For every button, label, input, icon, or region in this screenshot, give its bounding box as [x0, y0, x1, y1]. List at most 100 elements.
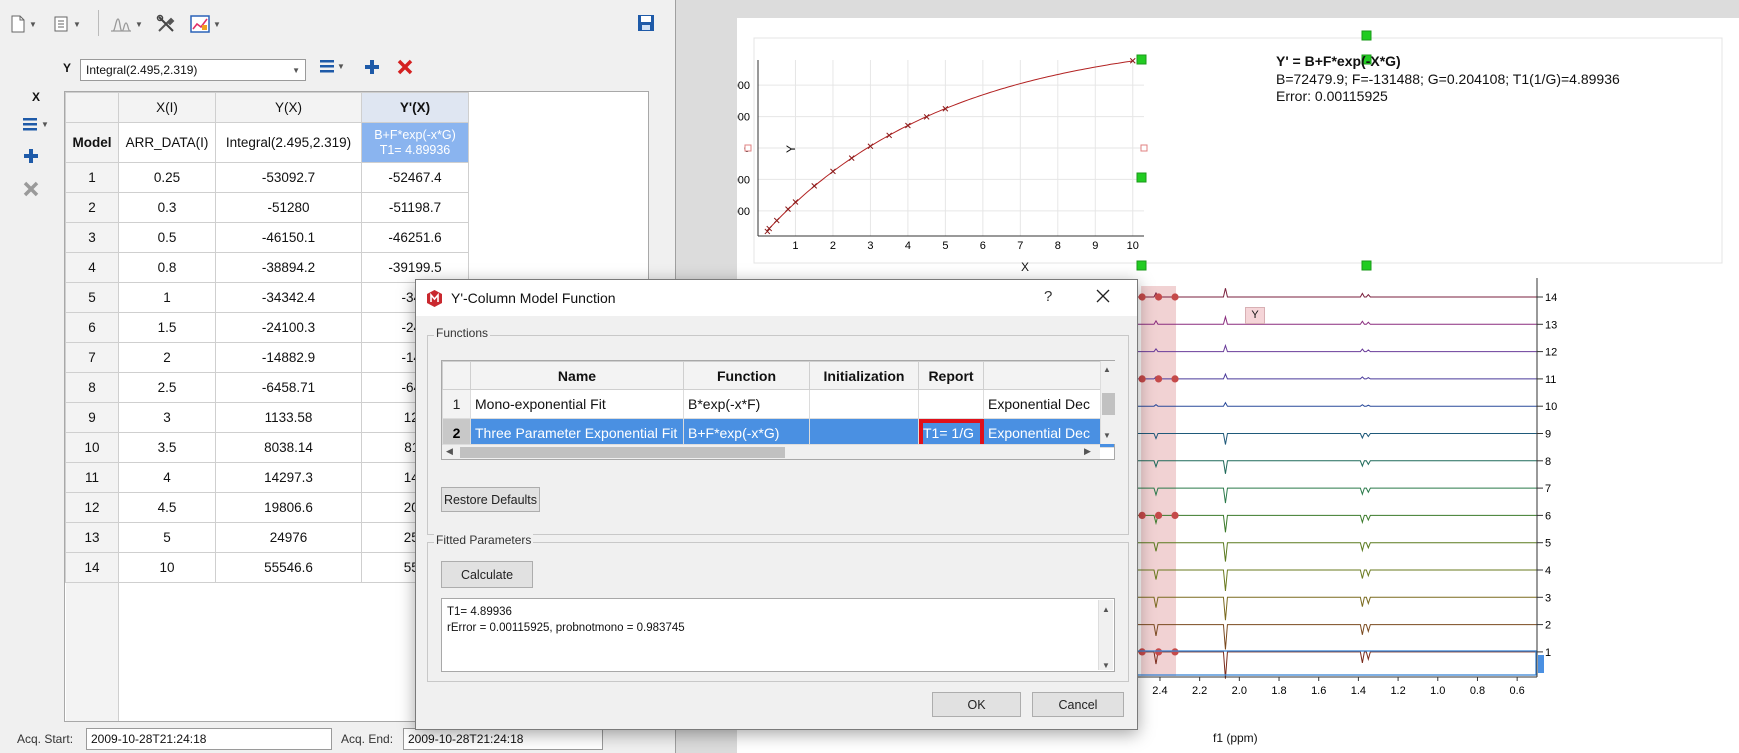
y-column-select[interactable]: Integral(2.495,2.319) ▼ [80, 59, 306, 81]
cell-yprime[interactable]: -46251.6 [361, 222, 469, 253]
close-button[interactable] [1095, 288, 1111, 307]
acq-start-field[interactable]: 2009-10-28T21:24:18 [86, 728, 332, 750]
ok-button[interactable]: OK [932, 692, 1021, 717]
fit-results-text[interactable]: T1= 4.89936 rError = 0.00115925, probnot… [441, 598, 1115, 672]
table-row[interactable]: 931133.58120 [65, 402, 469, 433]
cell-x[interactable]: 1 [118, 282, 216, 313]
scroll-down-icon[interactable]: ▼ [1102, 658, 1110, 674]
column-menu-button[interactable]: ▼ [319, 58, 345, 74]
fn-cell-name[interactable]: Mono-exponential Fit [470, 389, 684, 419]
column-header-x[interactable]: X(I) [118, 92, 216, 123]
cell-y[interactable]: -38894.2 [215, 252, 362, 283]
cell-y[interactable]: -6458.71 [215, 372, 362, 403]
cell-x[interactable]: 2 [118, 342, 216, 373]
model-cell-y[interactable]: Integral(2.495,2.319) [215, 122, 362, 163]
cancel-button[interactable]: Cancel [1032, 692, 1124, 717]
cell-x[interactable]: 5 [118, 522, 216, 553]
spectrum-button[interactable]: ▼ [110, 12, 143, 36]
cell-x[interactable]: 0.5 [118, 222, 216, 253]
integral-tag[interactable]: Y [1245, 307, 1265, 324]
row-number[interactable]: 11 [65, 462, 119, 493]
functions-vertical-scrollbar[interactable]: ▲ ▼ [1100, 361, 1116, 444]
row-number[interactable]: 3 [65, 222, 119, 253]
cell-y[interactable]: -34342.4 [215, 282, 362, 313]
cell-y[interactable]: 24976 [215, 522, 362, 553]
results-scrollbar[interactable]: ▲ ▼ [1098, 600, 1113, 670]
fn-cell-function[interactable]: B*exp(-x*F) [683, 389, 810, 419]
cell-x[interactable]: 4.5 [118, 492, 216, 523]
model-row-header[interactable]: Model [65, 122, 119, 163]
table-row[interactable]: 124.519806.6200 [65, 492, 469, 523]
row-number[interactable]: 4 [65, 252, 119, 283]
cell-x[interactable]: 0.8 [118, 252, 216, 283]
new-document-button[interactable]: ▼ [10, 12, 37, 36]
fn-header-function[interactable]: Function [683, 361, 810, 390]
table-row[interactable]: 141055546.6554 [65, 552, 469, 583]
cell-x[interactable]: 0.3 [118, 192, 216, 223]
table-row[interactable]: 1 0.25 -53092.7 -52467.4 [65, 162, 469, 193]
acq-end-field[interactable]: 2009-10-28T21:24:18 [403, 728, 603, 750]
scroll-up-icon[interactable]: ▲ [1103, 365, 1111, 374]
row-number[interactable]: 6 [65, 312, 119, 343]
scroll-left-icon[interactable]: ◀ [446, 446, 453, 457]
fn-header-name[interactable]: Name [470, 361, 684, 390]
cell-y[interactable]: -46150.1 [215, 222, 362, 253]
cell-x[interactable]: 0.25 [118, 162, 216, 193]
cell-x[interactable]: 3 [118, 402, 216, 433]
fn-cell-init[interactable] [809, 389, 919, 419]
functions-horizontal-scrollbar[interactable]: ◀ ▶ [442, 444, 1100, 459]
chart-button[interactable]: ▼ [190, 12, 221, 36]
table-row[interactable]: 2 0.3 -51280 -51198.7 [65, 192, 469, 223]
function-row[interactable]: 1 Mono-exponential Fit B*exp(-x*F) Expon… [442, 389, 1114, 419]
row-menu-button[interactable]: ▼ [22, 116, 49, 132]
cell-y[interactable]: -14882.9 [215, 342, 362, 373]
scroll-down-icon[interactable]: ▼ [1103, 431, 1111, 440]
row-number[interactable]: 9 [65, 402, 119, 433]
model-cell-yprime[interactable]: B+F*exp(-x*G) T1= 4.89936 [361, 122, 469, 163]
cell-y[interactable]: -51280 [215, 192, 362, 223]
save-button[interactable] [637, 14, 655, 35]
fn-cell-report[interactable] [918, 389, 984, 419]
row-number[interactable]: 8 [65, 372, 119, 403]
scroll-h-thumb[interactable] [460, 447, 785, 458]
tools-button[interactable] [156, 12, 176, 36]
column-header-y[interactable]: Y(X) [215, 92, 362, 123]
document-button[interactable]: ▼ [52, 12, 81, 36]
row-number[interactable]: 14 [65, 552, 119, 583]
cell-y[interactable]: 1133.58 [215, 402, 362, 433]
row-number[interactable]: 5 [65, 282, 119, 313]
cell-yprime[interactable]: -52467.4 [361, 162, 469, 193]
cell-x[interactable]: 4 [118, 462, 216, 493]
cell-y[interactable]: -53092.7 [215, 162, 362, 193]
cell-y[interactable]: 19806.6 [215, 492, 362, 523]
row-number[interactable]: 13 [65, 522, 119, 553]
table-row[interactable]: 3 0.5 -46150.1 -46251.6 [65, 222, 469, 253]
row-number[interactable]: 2 [65, 192, 119, 223]
scroll-thumb[interactable] [1102, 393, 1115, 415]
add-column-button[interactable] [363, 58, 381, 79]
table-row[interactable]: 61.5-24100.3-243 [65, 312, 469, 343]
fn-header-initialization[interactable]: Initialization [809, 361, 919, 390]
add-row-button[interactable] [22, 147, 40, 168]
row-number[interactable]: 1 [65, 162, 119, 193]
table-row[interactable]: 51-34342.4-347 [65, 282, 469, 313]
scroll-right-icon[interactable]: ▶ [1084, 446, 1091, 457]
table-row[interactable]: 4 0.8 -38894.2 -39199.5 [65, 252, 469, 283]
model-cell-x[interactable]: ARR_DATA(I) [118, 122, 216, 163]
cell-yprime[interactable]: -39199.5 [361, 252, 469, 283]
table-row[interactable]: 103.58038.14811 [65, 432, 469, 463]
column-header-yprime[interactable]: Y'(X) [361, 92, 469, 123]
help-button[interactable]: ? [1044, 288, 1052, 305]
cell-y[interactable]: 14297.3 [215, 462, 362, 493]
fn-cell-category[interactable]: Exponential Dec [983, 389, 1114, 419]
table-row[interactable]: 13524976250 [65, 522, 469, 553]
scroll-up-icon[interactable]: ▲ [1102, 602, 1110, 618]
row-number[interactable]: 12 [65, 492, 119, 523]
table-row[interactable]: 11414297.3143 [65, 462, 469, 493]
cell-y[interactable]: -24100.3 [215, 312, 362, 343]
delete-column-button[interactable] [397, 59, 413, 78]
cell-x[interactable]: 3.5 [118, 432, 216, 463]
row-number[interactable]: 7 [65, 342, 119, 373]
calculate-button[interactable]: Calculate [441, 561, 533, 588]
table-row[interactable]: 72-14882.9-149 [65, 342, 469, 373]
